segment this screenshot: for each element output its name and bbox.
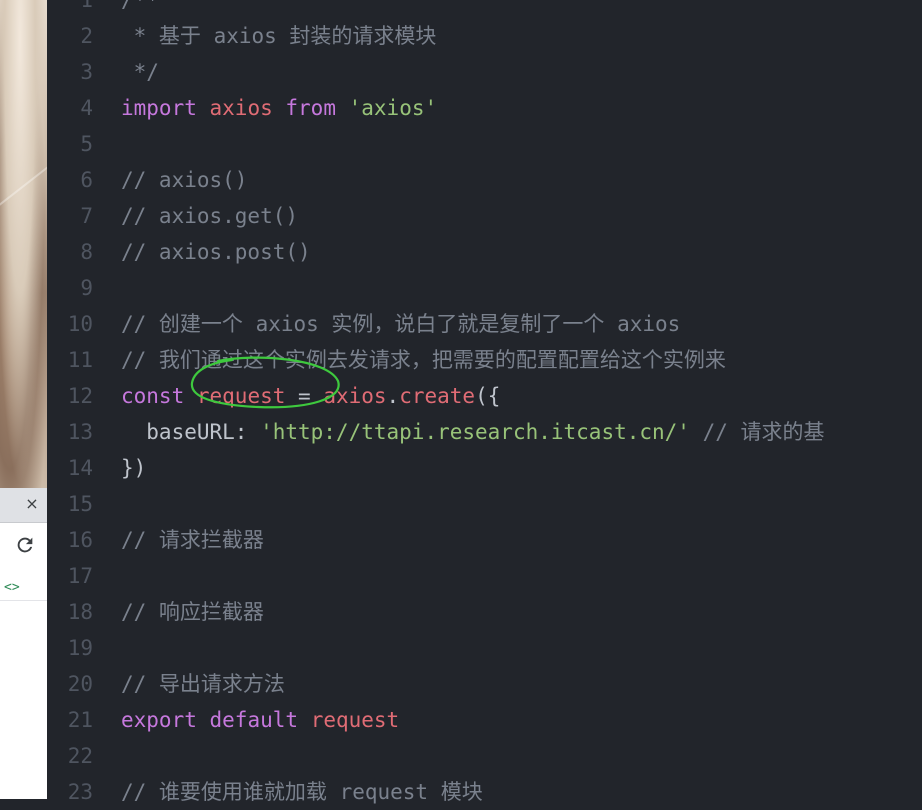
line-number: 23 bbox=[67, 780, 93, 804]
code-line[interactable]: // 导出请求方法 bbox=[121, 666, 285, 702]
code-line[interactable]: baseURL: 'http://ttapi.research.itcast.c… bbox=[121, 414, 825, 450]
code-token: // axios.get() bbox=[121, 204, 299, 228]
line-number: 22 bbox=[67, 744, 93, 768]
line-number: 14 bbox=[67, 456, 93, 480]
code-line[interactable]: // 谁要使用谁就加载 request 模块 bbox=[121, 774, 483, 810]
code-token: * 基于 axios 封装的请求模块 bbox=[121, 24, 437, 48]
line-number: 5 bbox=[80, 132, 93, 156]
code-token: request bbox=[310, 708, 400, 732]
code-line[interactable]: // 响应拦截器 bbox=[121, 594, 264, 630]
code-token: create bbox=[399, 384, 476, 408]
code-token: 'axios' bbox=[348, 96, 438, 120]
code-token: default bbox=[209, 708, 299, 732]
background-desktop: × <> bbox=[0, 0, 47, 799]
code-token: ({ bbox=[475, 384, 501, 408]
code-line[interactable]: export default request bbox=[121, 702, 399, 738]
code-editor[interactable]: 1 /** 2 * 基于 axios 封装的请求模块 3 */ 4 import axio… bbox=[47, 0, 922, 804]
line-number: 18 bbox=[67, 600, 93, 624]
code-token: import bbox=[121, 96, 197, 120]
line-number: 16 bbox=[67, 528, 93, 552]
code-token: // 请求的基 bbox=[689, 420, 825, 444]
reload-icon[interactable] bbox=[14, 534, 36, 556]
code-line[interactable]: // 创建一个 axios 实例，说白了就是复制了一个 axios bbox=[121, 306, 680, 342]
code-token: // 创建一个 axios 实例，说白了就是复制了一个 axios bbox=[121, 312, 681, 336]
code-token: // axios.post() bbox=[121, 240, 311, 264]
code-token: 'http://ttapi.research.itcast.cn/' bbox=[260, 420, 690, 444]
code-token: request bbox=[196, 384, 286, 408]
browser-window-fragment: × <> bbox=[0, 488, 47, 799]
line-number: 11 bbox=[67, 348, 93, 372]
line-number: 10 bbox=[67, 312, 93, 336]
line-number: 9 bbox=[80, 276, 93, 300]
code-icon[interactable]: <> bbox=[4, 580, 20, 595]
line-number: 6 bbox=[80, 168, 93, 192]
browser-tab-bar: × bbox=[0, 488, 47, 523]
code-line[interactable]: const request = axios.create({ bbox=[121, 378, 500, 414]
code-token: /** bbox=[121, 0, 159, 12]
code-token: axios bbox=[209, 96, 273, 120]
line-number: 12 bbox=[67, 384, 93, 408]
code-token: // axios() bbox=[121, 168, 248, 192]
line-number: 15 bbox=[67, 492, 93, 516]
line-number: 20 bbox=[67, 672, 93, 696]
code-line[interactable]: // axios.post() bbox=[121, 234, 311, 270]
code-token: // 我们通过这个实例去发请求，把需要的配置配置给这个实例来 bbox=[121, 348, 726, 372]
code-token: axios bbox=[323, 384, 387, 408]
line-number: 13 bbox=[67, 420, 93, 444]
close-tab-icon[interactable]: × bbox=[23, 495, 41, 513]
code-token: from bbox=[285, 96, 336, 120]
code-line[interactable]: // 请求拦截器 bbox=[121, 522, 264, 558]
divider bbox=[0, 600, 47, 601]
code-token: // 请求拦截器 bbox=[121, 528, 264, 552]
line-number: 21 bbox=[67, 708, 93, 732]
line-number: 17 bbox=[67, 564, 93, 588]
wallpaper-photo bbox=[0, 0, 47, 488]
code-line[interactable]: /** bbox=[121, 0, 159, 18]
code-token: */ bbox=[121, 60, 159, 84]
code-token: }) bbox=[121, 456, 147, 480]
code-token: . bbox=[386, 384, 400, 408]
line-number: 19 bbox=[67, 636, 93, 660]
code-line[interactable]: }) bbox=[121, 450, 146, 486]
code-token: // 导出请求方法 bbox=[121, 672, 285, 696]
code-token: baseURL: bbox=[121, 420, 261, 444]
code-token: = bbox=[285, 384, 324, 408]
line-number: 2 bbox=[80, 24, 93, 48]
line-number: 3 bbox=[80, 60, 93, 84]
code-token: // 谁要使用谁就加载 request 模块 bbox=[121, 780, 483, 804]
code-line[interactable]: */ bbox=[121, 54, 159, 90]
code-line[interactable]: // axios() bbox=[121, 162, 247, 198]
code-line[interactable]: import axios from 'axios' bbox=[121, 90, 437, 126]
code-line[interactable]: * 基于 axios 封装的请求模块 bbox=[121, 18, 437, 54]
line-number: 8 bbox=[80, 240, 93, 264]
code-token: // 响应拦截器 bbox=[121, 600, 264, 624]
code-token: export bbox=[121, 708, 197, 732]
code-token: const bbox=[121, 384, 185, 408]
code-line[interactable]: // axios.get() bbox=[121, 198, 298, 234]
line-number: 4 bbox=[80, 96, 93, 120]
line-number: 1 bbox=[80, 0, 93, 12]
line-number: 7 bbox=[80, 204, 93, 228]
code-line[interactable]: // 我们通过这个实例去发请求，把需要的配置配置给这个实例来 bbox=[121, 342, 726, 378]
